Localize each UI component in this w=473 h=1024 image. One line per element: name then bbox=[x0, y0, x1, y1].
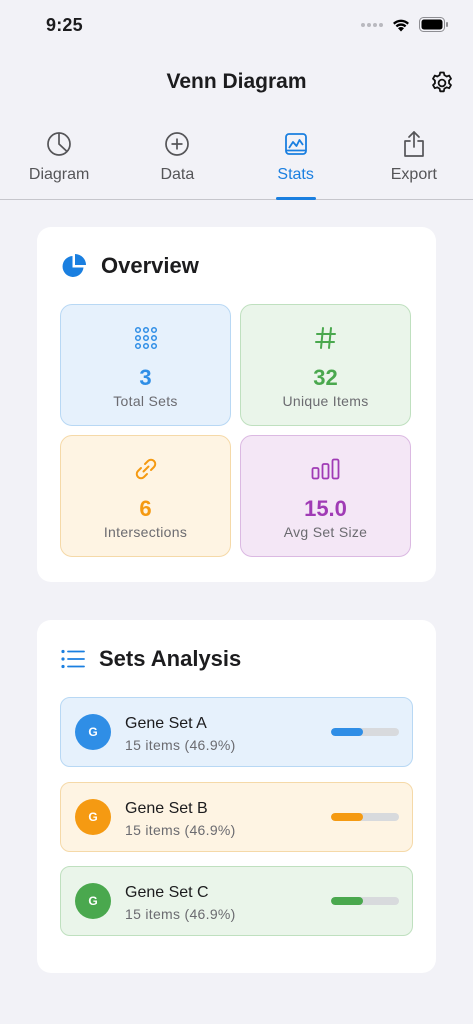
cellular-signal-icon bbox=[361, 22, 383, 27]
status-time: 9:25 bbox=[46, 15, 83, 35]
set-avatar: G bbox=[75, 883, 111, 919]
set-name: Gene Set C bbox=[125, 884, 209, 901]
set-row-gene-set-c[interactable]: G Gene Set C 15 items (46.9%) bbox=[60, 866, 413, 936]
stat-unique-items: 32 Unique Items bbox=[240, 304, 411, 426]
grid-dots-icon bbox=[61, 323, 230, 353]
set-avatar: G bbox=[75, 799, 111, 835]
set-progress-fill bbox=[331, 813, 363, 821]
set-count: 15 items (46.9%) bbox=[125, 737, 236, 753]
status-icons bbox=[361, 17, 449, 32]
tab-label: Data bbox=[160, 166, 195, 183]
tab-label: Export bbox=[390, 166, 437, 183]
status-bar: 9:25 bbox=[0, 0, 473, 52]
tab-data[interactable]: Data bbox=[118, 124, 236, 199]
set-row-gene-set-b[interactable]: G Gene Set B 15 items (46.9%) bbox=[60, 782, 413, 852]
bar-chart-icon bbox=[241, 454, 410, 484]
sets-analysis-header: Sets Analysis bbox=[61, 646, 241, 672]
list-icon bbox=[61, 649, 85, 669]
stat-label: Avg Set Size bbox=[283, 524, 368, 540]
settings-button[interactable] bbox=[427, 68, 457, 98]
chart-image-icon bbox=[284, 128, 308, 160]
stat-intersections: 6 Intersections bbox=[60, 435, 231, 557]
overview-title: Overview bbox=[101, 253, 199, 278]
overview-card: Overview 3 Total Sets 32 Unique Items 6 bbox=[37, 227, 436, 582]
share-icon bbox=[402, 128, 426, 160]
set-progress-fill bbox=[331, 897, 363, 905]
battery-icon bbox=[419, 17, 448, 32]
stat-label: Intersections bbox=[103, 524, 188, 540]
pie-chart-icon bbox=[62, 254, 86, 277]
set-progress-bar bbox=[331, 813, 399, 821]
set-name: Gene Set B bbox=[125, 800, 208, 817]
sets-analysis-title: Sets Analysis bbox=[99, 646, 242, 671]
stat-value: 3 bbox=[139, 365, 152, 390]
tab-label: Stats bbox=[277, 166, 314, 183]
stat-value: 15.0 bbox=[304, 496, 347, 521]
tab-export[interactable]: Export bbox=[355, 124, 473, 199]
tab-stats[interactable]: Stats bbox=[237, 124, 355, 200]
stat-label: Total Sets bbox=[113, 393, 178, 409]
wifi-icon bbox=[393, 19, 409, 32]
hash-icon bbox=[241, 323, 410, 353]
tab-label: Diagram bbox=[28, 166, 90, 183]
set-progress-bar bbox=[331, 897, 399, 905]
set-count: 15 items (46.9%) bbox=[125, 906, 236, 922]
pie-chart-icon bbox=[46, 128, 72, 160]
page-title: Venn Diagram bbox=[166, 70, 307, 93]
set-name: Gene Set A bbox=[125, 715, 207, 732]
set-progress-fill bbox=[331, 728, 363, 736]
stat-value: 6 bbox=[139, 496, 152, 521]
plus-circle-icon bbox=[164, 128, 190, 160]
set-count: 15 items (46.9%) bbox=[125, 822, 236, 838]
stat-value: 32 bbox=[313, 365, 338, 390]
sets-analysis-card: Sets Analysis G Gene Set A 15 items (46.… bbox=[37, 620, 436, 973]
active-tab-indicator bbox=[275, 197, 316, 200]
tab-diagram[interactable]: Diagram bbox=[0, 124, 118, 199]
set-avatar: G bbox=[75, 714, 111, 750]
stat-total-sets: 3 Total Sets bbox=[60, 304, 231, 426]
navigation-bar: Venn Diagram bbox=[0, 62, 473, 106]
set-progress-bar bbox=[331, 728, 399, 736]
link-icon bbox=[61, 454, 230, 484]
stat-label: Unique Items bbox=[282, 393, 369, 409]
gear-icon bbox=[432, 71, 452, 93]
set-row-gene-set-a[interactable]: G Gene Set A 15 items (46.9%) bbox=[60, 697, 413, 767]
overview-header: Overview bbox=[61, 253, 199, 279]
stat-avg-set-size: 15.0 Avg Set Size bbox=[240, 435, 411, 557]
tab-bar: Diagram Data Stats Export bbox=[0, 124, 473, 200]
